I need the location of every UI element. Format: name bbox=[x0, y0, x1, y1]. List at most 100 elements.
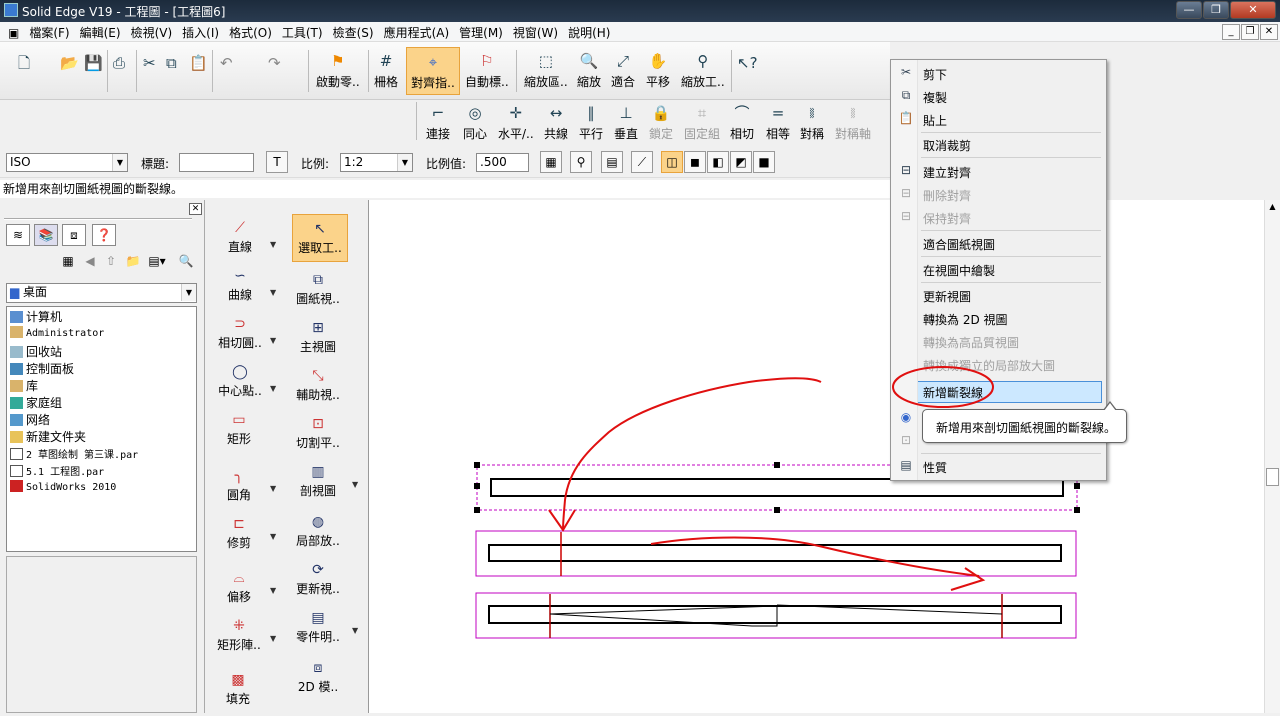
copy-icon[interactable]: ⧉ bbox=[166, 54, 177, 75]
drawing-canvas[interactable] bbox=[368, 200, 1264, 713]
up-folder-icon[interactable]: ⇧ bbox=[101, 254, 121, 274]
redo-icon[interactable]: ↷ bbox=[268, 54, 281, 75]
dark-cube-icon[interactable]: ◩ bbox=[730, 151, 752, 173]
menu-inspect[interactable]: 檢查(S) bbox=[328, 22, 379, 43]
parallel-button[interactable]: ∥ 平行 bbox=[579, 104, 603, 142]
cut-icon[interactable]: ✂ bbox=[143, 54, 156, 75]
2d-model-tool[interactable]: ⧈ 2D 模.. bbox=[288, 660, 348, 695]
curve-tool[interactable]: ∽ 曲線 bbox=[210, 268, 270, 303]
vertical-scrollbar[interactable]: ▲ bbox=[1264, 200, 1280, 713]
zoom-area-button[interactable]: ⬚ 縮放區.. bbox=[524, 52, 568, 90]
standard-select[interactable]: ISO ▼ bbox=[6, 153, 128, 172]
list-item[interactable]: 2 草图绘制 第三课.par bbox=[10, 446, 138, 461]
new-folder-icon[interactable]: 📁 bbox=[123, 254, 143, 274]
menu-format[interactable]: 格式(O) bbox=[224, 22, 277, 43]
tangent-button[interactable]: ⌒ 相切 bbox=[730, 104, 754, 142]
align-indicator-button[interactable]: ⌖ 對齊指.. bbox=[406, 47, 460, 95]
auxiliary-view-tool[interactable]: ⤡ 輔助視.. bbox=[288, 368, 348, 403]
mdi-close-icon[interactable]: ✕ bbox=[1260, 24, 1278, 40]
shaded-cube-icon[interactable]: ◫ bbox=[661, 151, 683, 173]
menu-insert[interactable]: 插入(I) bbox=[177, 22, 224, 43]
panel-close-icon[interactable]: ✕ bbox=[189, 203, 202, 215]
list-item[interactable]: 控制面板 bbox=[10, 360, 74, 377]
menu-help[interactable]: 說明(H) bbox=[563, 22, 615, 43]
list-item[interactable]: 5.1 工程图.par bbox=[10, 463, 104, 478]
scroll-thumb[interactable] bbox=[1266, 468, 1279, 486]
principal-view-tool[interactable]: ⊞ 主視圖 bbox=[288, 320, 348, 355]
maximize-icon[interactable]: ❐ bbox=[1203, 1, 1229, 19]
offset-tool[interactable]: ⌓ 偏移 bbox=[209, 570, 269, 605]
auto-label-button[interactable]: ⚐ 自動標.. bbox=[465, 52, 509, 90]
new-icon[interactable]: 🗋 bbox=[18, 54, 30, 75]
horizontal-vertical-button[interactable]: ✛ 水平/.. bbox=[498, 104, 534, 142]
zoom-tool-button[interactable]: ⚲ 縮放工.. bbox=[681, 52, 725, 90]
list-item[interactable]: 家庭组 bbox=[10, 394, 62, 411]
font-icon[interactable]: T bbox=[266, 151, 288, 173]
list-item[interactable]: 计算机 bbox=[10, 308, 62, 325]
help-tab-icon[interactable]: ❓ bbox=[92, 224, 116, 246]
scale-value-input[interactable]: .500 bbox=[476, 153, 529, 172]
library-tab-icon[interactable]: 📚 bbox=[34, 224, 58, 246]
symmetric-button[interactable]: ⧚ 對稱 bbox=[800, 104, 824, 142]
pan-button[interactable]: ✋ 平移 bbox=[646, 52, 670, 90]
blue-cube-icon[interactable]: ◧ bbox=[707, 151, 729, 173]
views-icon[interactable]: ▦ bbox=[58, 254, 78, 274]
lock-button[interactable]: 🔒 鎖定 bbox=[649, 104, 673, 142]
black-cube-icon[interactable]: ■ bbox=[753, 151, 775, 173]
annotation-icon[interactable]: ⚲ bbox=[570, 151, 592, 173]
mdi-restore-icon[interactable]: ❐ bbox=[1241, 24, 1259, 40]
symmetry-axis-button[interactable]: ⧚ 對稱軸 bbox=[835, 104, 871, 142]
menu-file[interactable]: 檔案(F) bbox=[24, 22, 74, 43]
detail-view-tool[interactable]: ◍ 局部放.. bbox=[288, 514, 348, 549]
menu-view[interactable]: 檢視(V) bbox=[126, 22, 178, 43]
scroll-up-icon[interactable]: ▲ bbox=[1266, 202, 1279, 214]
fill-tool[interactable]: ▩ 填充 bbox=[208, 672, 268, 707]
connect-button[interactable]: ⌐ 連接 bbox=[426, 104, 450, 142]
list-item[interactable]: SolidWorks 2010 bbox=[10, 480, 116, 493]
drawing-view-tool[interactable]: ⧉ 圖紙視.. bbox=[288, 272, 348, 307]
mdi-minimize-icon[interactable]: _ bbox=[1222, 24, 1240, 40]
gold-cube-icon[interactable]: ◼ bbox=[684, 151, 706, 173]
menu-window[interactable]: 視窗(W) bbox=[508, 22, 563, 43]
list-item[interactable]: 库 bbox=[10, 377, 38, 394]
section-view-tool[interactable]: ▥ 剖視圖 bbox=[288, 464, 348, 499]
fit-button[interactable]: ⤢ 適合 bbox=[611, 52, 635, 90]
rigid-set-button[interactable]: ⌗ 固定組 bbox=[684, 104, 720, 142]
update-view-tool[interactable]: ⟳ 更新視.. bbox=[288, 562, 348, 597]
list-item[interactable]: 网络 bbox=[10, 411, 50, 428]
fillet-tool[interactable]: ╮ 圓角 bbox=[209, 468, 269, 503]
menu-applications[interactable]: 應用程式(A) bbox=[379, 22, 455, 43]
tangent-arc-tool[interactable]: ⊃ 相切圓.. bbox=[210, 316, 270, 351]
list-item[interactable]: Administrator bbox=[10, 326, 104, 339]
grid-button[interactable]: # 柵格 bbox=[374, 52, 398, 90]
minimize-icon[interactable]: — bbox=[1176, 1, 1202, 19]
cutting-plane-tool[interactable]: ⊡ 切割平.. bbox=[288, 416, 348, 451]
start-part-button[interactable]: ⚑ 啟動零.. bbox=[316, 52, 360, 90]
zoom-button[interactable]: 🔍 縮放 bbox=[577, 52, 601, 90]
parts-list-tool[interactable]: ▤ 零件明.. bbox=[288, 610, 348, 645]
scale-select[interactable]: 1:2 ▼ bbox=[340, 153, 413, 172]
feature-tab-icon[interactable]: ⧈ bbox=[62, 224, 86, 246]
open-icon[interactable]: 📂 bbox=[60, 54, 79, 75]
print-icon[interactable]: ⎙ bbox=[113, 54, 125, 75]
perpendicular-button[interactable]: ⊥ 垂直 bbox=[614, 104, 638, 142]
list-item[interactable]: 新建文件夹 bbox=[10, 428, 86, 445]
view-properties-icon[interactable]: ▦ bbox=[540, 151, 562, 173]
doc-icon[interactable]: ▣ bbox=[0, 24, 24, 42]
location-select[interactable]: ▆ 桌面 ▼ bbox=[6, 283, 197, 303]
collinear-button[interactable]: ↔ 共線 bbox=[544, 104, 568, 142]
list-item[interactable]: 回收站 bbox=[10, 343, 62, 360]
equal-button[interactable]: = 相等 bbox=[766, 104, 790, 142]
title-input[interactable] bbox=[179, 153, 254, 172]
line-tool[interactable]: ⟋ 直線 bbox=[210, 220, 270, 255]
select-tool[interactable]: ↖ 選取工.. bbox=[292, 214, 348, 262]
paste-icon[interactable]: 📋 bbox=[189, 54, 208, 75]
menu-manage[interactable]: 管理(M) bbox=[454, 22, 508, 43]
search-icon[interactable]: 🔍 bbox=[176, 254, 196, 274]
sketch-icon[interactable]: ⟋ bbox=[631, 151, 653, 173]
back-icon[interactable]: ◀ bbox=[80, 254, 100, 274]
close-icon[interactable]: ✕ bbox=[1230, 1, 1276, 19]
menu-tools[interactable]: 工具(T) bbox=[277, 22, 328, 43]
view-display-icon[interactable]: ▤ bbox=[601, 151, 623, 173]
help-pointer-icon[interactable]: ↖? bbox=[737, 54, 758, 75]
